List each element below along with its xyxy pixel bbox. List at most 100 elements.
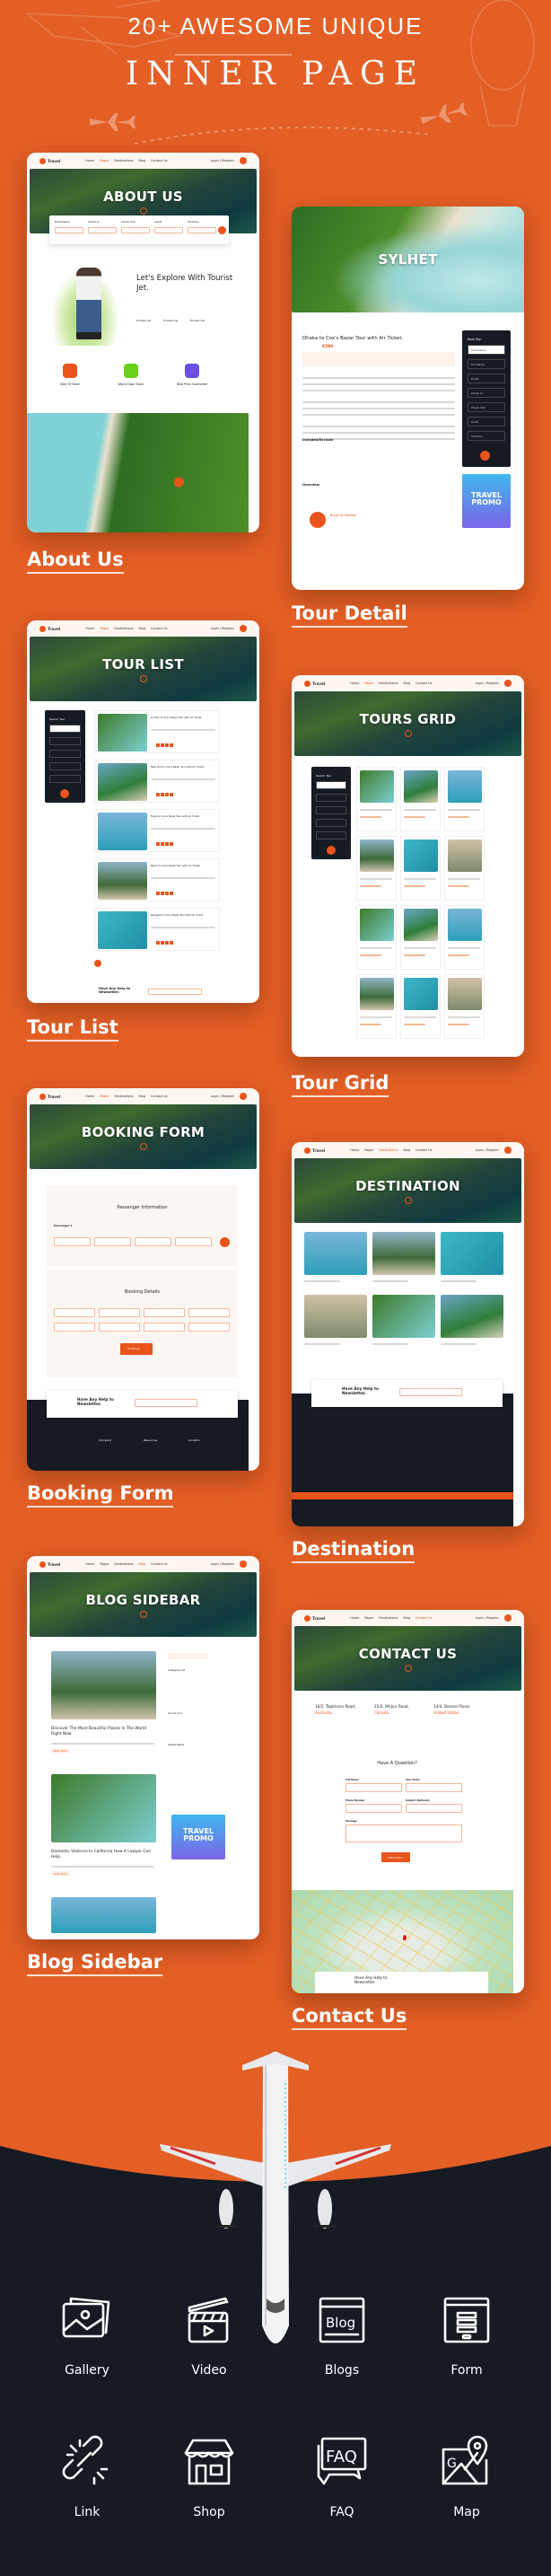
continue-button[interactable]: Continue — [120, 1343, 153, 1355]
post-image[interactable] — [51, 1897, 156, 1933]
booking-field[interactable] — [188, 1308, 230, 1317]
nav-item-destinations[interactable]: Destinations — [114, 159, 133, 163]
logo[interactable]: Travel — [39, 625, 60, 632]
destination-image[interactable] — [372, 1232, 435, 1275]
nav-item-home[interactable]: Home — [350, 1148, 359, 1152]
page-preview-destination[interactable]: Travel Home Pages Destinations Blog Contact U… — [292, 1142, 524, 1526]
page-label-destination[interactable]: Destination — [292, 1538, 415, 1564]
booking-field[interactable] — [188, 1323, 230, 1332]
booking-field[interactable] — [99, 1308, 140, 1317]
newsletter-email[interactable] — [399, 1388, 462, 1396]
play-button[interactable] — [139, 1142, 147, 1150]
search-field[interactable] — [154, 227, 183, 233]
destination-image[interactable] — [441, 1295, 503, 1338]
tour-list-item[interactable]: London to Cox's Bazar Tour with Air Tick… — [94, 710, 220, 753]
nav-item-destinations[interactable]: Destinations — [379, 1148, 398, 1152]
nav-item-pages[interactable]: Pages — [364, 1148, 373, 1152]
form-field[interactable]: Full Name — [468, 359, 505, 369]
newsletter-email[interactable] — [148, 989, 202, 995]
play-button[interactable] — [404, 1196, 412, 1204]
page-preview-list[interactable]: Travel Home Pages Destinations Blog Contact U… — [27, 620, 259, 1003]
logo[interactable]: Travel — [304, 1147, 325, 1154]
feature-gallery[interactable]: Gallery — [38, 2291, 136, 2378]
play-button[interactable] — [139, 674, 147, 682]
play-button[interactable] — [139, 1610, 147, 1618]
search-button[interactable] — [240, 157, 247, 164]
tour-list-item[interactable]: Tokyo to Cox's Bazar Tour with Air Ticke… — [94, 809, 220, 852]
nav-item-pages[interactable]: Pages — [364, 681, 373, 685]
page-label-grid[interactable]: Tour Grid — [292, 1072, 389, 1098]
logo[interactable]: Travel — [304, 680, 325, 687]
nav-item-pages[interactable]: Pages — [100, 1562, 109, 1566]
nav-item-blog[interactable]: Blog — [139, 1095, 146, 1098]
search-button[interactable] — [240, 625, 247, 632]
form-field[interactable]: Children — [468, 431, 505, 441]
search-field[interactable] — [316, 819, 346, 827]
search-field[interactable] — [316, 794, 346, 802]
post-image[interactable] — [51, 1651, 156, 1719]
nav-item-pages[interactable]: Pages — [100, 1095, 109, 1098]
nav-item-home[interactable]: Home — [85, 159, 94, 163]
tour-grid-card[interactable] — [356, 974, 397, 1039]
search-field[interactable] — [88, 227, 117, 233]
search-field[interactable] — [49, 775, 81, 783]
feature-form[interactable]: Form — [417, 2291, 516, 2378]
form-field[interactable] — [345, 1824, 462, 1842]
nav-item-blog[interactable]: Blog — [139, 627, 146, 630]
page-label-booking[interactable]: Booking Form — [27, 1482, 174, 1508]
search-field[interactable] — [49, 725, 81, 733]
page-label-contact[interactable]: Contact Us — [292, 2005, 407, 2031]
search-button[interactable] — [504, 680, 512, 687]
page-label-detail[interactable]: Tour Detail — [292, 602, 407, 629]
read-more-button[interactable]: Read More — [51, 1748, 70, 1754]
feature-blogs[interactable]: Blog Blogs — [293, 2291, 391, 2378]
nav-item-destinations[interactable]: Destinations — [379, 1616, 398, 1620]
form-field[interactable]: Adult — [468, 417, 505, 426]
form-field[interactable] — [406, 1804, 462, 1813]
search-button[interactable] — [240, 1093, 247, 1100]
passenger-field[interactable] — [54, 1237, 91, 1246]
post-image[interactable] — [51, 1774, 156, 1842]
booking-field[interactable] — [99, 1323, 140, 1332]
tour-grid-card[interactable] — [356, 905, 397, 970]
page-preview-grid[interactable]: Travel Home Pages Destinations Blog Contact U… — [292, 675, 524, 1057]
tour-list-item[interactable]: Berlin to Cox's Bazar Tour with Air Tick… — [94, 858, 220, 901]
nav-item-pages[interactable]: Pages — [100, 159, 109, 163]
nav-item-blog[interactable]: Blog — [139, 159, 146, 163]
feature-link[interactable]: Link — [38, 2433, 136, 2519]
search-field[interactable] — [188, 227, 216, 233]
feature-map[interactable]: G Map — [417, 2433, 516, 2519]
page-label-blog[interactable]: Blog Sidebar — [27, 1951, 163, 1977]
search-field[interactable] — [55, 227, 83, 233]
tour-grid-card[interactable] — [444, 836, 485, 901]
page-preview-contact[interactable]: Travel Home Pages Destinations Blog Contact U… — [292, 1610, 524, 1993]
post-title[interactable]: Domestic Violence In California How A La… — [51, 1850, 154, 1860]
travel-promo-banner[interactable]: TRAVEL PROMO — [462, 474, 511, 528]
nav-item-home[interactable]: Home — [85, 1562, 94, 1566]
nav-item-contact-us[interactable]: Contact Us — [415, 681, 433, 685]
tour-grid-card[interactable] — [356, 836, 397, 901]
nav-item-blog[interactable]: Blog — [139, 1562, 146, 1566]
form-field[interactable] — [345, 1804, 402, 1813]
page-preview-about[interactable]: Travel Home Pages Destinations Blog Contact U… — [27, 153, 259, 532]
login-link[interactable]: Login / Register — [476, 681, 499, 685]
search-button[interactable] — [504, 1147, 512, 1154]
nav-item-home[interactable]: Home — [350, 681, 359, 685]
tour-grid-card[interactable] — [444, 767, 485, 831]
destination-image[interactable] — [441, 1232, 503, 1275]
search-button[interactable] — [240, 1561, 247, 1568]
nav-item-home[interactable]: Home — [350, 1616, 359, 1620]
destination-image[interactable] — [304, 1232, 367, 1275]
search-field[interactable] — [49, 762, 81, 770]
search-field[interactable] — [316, 831, 346, 840]
tour-grid-card[interactable] — [444, 905, 485, 970]
form-field[interactable] — [406, 1783, 462, 1792]
logo[interactable]: Travel — [304, 1614, 325, 1622]
login-link[interactable]: Login / Register — [211, 627, 234, 630]
submit-button[interactable]: Submit Now — [381, 1852, 410, 1862]
play-button[interactable] — [404, 729, 412, 737]
feature-shop[interactable]: Shop — [160, 2433, 258, 2519]
page-label-about[interactable]: About Us — [27, 549, 124, 575]
nav-item-home[interactable]: Home — [85, 1095, 94, 1098]
newsletter-email[interactable] — [135, 1399, 197, 1407]
